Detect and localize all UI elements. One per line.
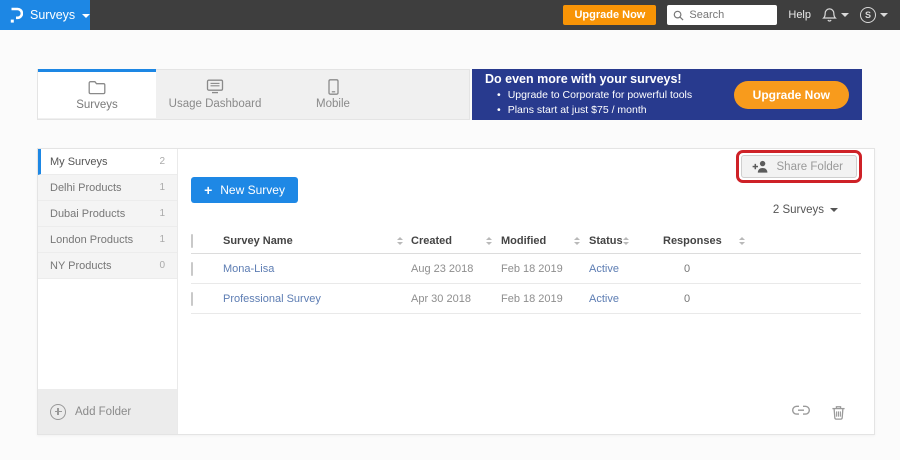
column-header-created: Created	[411, 235, 452, 247]
main-tabs: Surveys Usage Dashboard Mobile	[37, 69, 470, 120]
account-menu[interactable]: S	[860, 7, 888, 23]
sort-icon[interactable]	[574, 237, 580, 245]
tab-label: Mobile	[316, 98, 350, 110]
sidebar-spacer	[38, 279, 177, 389]
table-row: Professional Survey Apr 30 2018 Feb 18 2…	[191, 284, 861, 314]
share-folder-label: Share Folder	[776, 160, 843, 173]
share-person-icon	[752, 160, 769, 173]
sort-icon[interactable]	[739, 237, 745, 245]
folder-count: 1	[159, 234, 165, 245]
banner-bullet: Upgrade to Corporate for powerful tools	[485, 88, 734, 103]
product-menu-label[interactable]: Surveys	[30, 8, 75, 22]
link-icon[interactable]	[792, 405, 810, 421]
surveys-count-label: 2 Surveys	[772, 204, 824, 216]
dashboard-icon	[206, 79, 224, 94]
modified-date: Feb 18 2019	[501, 262, 563, 275]
responses-count: 0	[684, 292, 691, 305]
sidebar-item-delhi-products[interactable]: Delhi Products 1	[38, 175, 177, 201]
bell-icon	[822, 7, 837, 23]
help-link[interactable]: Help	[788, 9, 811, 21]
sort-icon[interactable]	[486, 237, 492, 245]
responses-count: 0	[684, 262, 691, 275]
folder-name: My Surveys	[50, 155, 108, 168]
tab-label: Usage Dashboard	[168, 98, 262, 110]
search-box	[667, 5, 778, 25]
avatar: S	[860, 7, 876, 23]
sidebar-item-my-surveys[interactable]: My Surveys 2	[38, 149, 177, 175]
column-header-modified: Modified	[501, 235, 547, 247]
created-date: Apr 30 2018	[411, 292, 471, 305]
trash-icon[interactable]	[831, 405, 846, 421]
sort-icon[interactable]	[397, 237, 403, 245]
search-input[interactable]	[689, 9, 770, 21]
proprofs-logo-icon	[9, 7, 24, 24]
sidebar-item-dubai-products[interactable]: Dubai Products 1	[38, 201, 177, 227]
tab-usage-dashboard[interactable]: Usage Dashboard	[156, 70, 274, 119]
tab-surveys[interactable]: Surveys	[38, 69, 156, 118]
tab-label: Surveys	[76, 98, 118, 111]
banner-title: Do even more with your surveys!	[485, 71, 682, 86]
folder-name: Dubai Products	[50, 207, 126, 220]
folder-tools	[792, 405, 846, 421]
folder-count: 0	[159, 260, 165, 271]
column-header-survey-name: Survey Name	[223, 235, 293, 247]
folder-name: Delhi Products	[50, 181, 122, 194]
top-bar: Surveys Upgrade Now Help S	[0, 0, 900, 30]
chevron-down-icon	[830, 208, 838, 212]
new-survey-label: New Survey	[220, 183, 285, 197]
folder-count: 1	[159, 182, 165, 193]
survey-name-link[interactable]: Professional Survey	[223, 293, 321, 305]
table-header-row: Survey Name Created Modified Status Resp…	[191, 229, 861, 254]
row-checkbox[interactable]	[191, 291, 193, 306]
table-row: Mona-Lisa Aug 23 2018 Feb 18 2019 Active…	[191, 254, 861, 284]
surveys-content: Share Folder + New Survey 2 Surveys Surv…	[178, 149, 874, 434]
upgrade-now-button[interactable]: Upgrade Now	[563, 5, 657, 25]
folder-name: NY Products	[50, 259, 112, 272]
add-folder-label: Add Folder	[75, 405, 132, 418]
column-header-status: Status	[589, 235, 623, 247]
upgrade-banner: Do even more with your surveys! Upgrade …	[472, 69, 862, 120]
add-folder-button[interactable]: Add Folder	[38, 389, 177, 434]
surveys-table: Survey Name Created Modified Status Resp…	[191, 229, 861, 314]
survey-name-link[interactable]: Mona-Lisa	[223, 263, 274, 275]
created-date: Aug 23 2018	[411, 262, 474, 275]
sidebar-item-ny-products[interactable]: NY Products 0	[38, 253, 177, 279]
surveys-panel: My Surveys 2 Delhi Products 1 Dubai Prod…	[37, 148, 875, 435]
plus-icon: +	[204, 182, 213, 198]
modified-date: Feb 18 2019	[501, 292, 563, 305]
sidebar-item-london-products[interactable]: London Products 1	[38, 227, 177, 253]
new-survey-button[interactable]: + New Survey	[191, 177, 298, 203]
share-folder-button[interactable]: Share Folder	[740, 155, 857, 178]
select-all-checkbox[interactable]	[191, 234, 193, 248]
folder-count: 1	[159, 208, 165, 219]
chevron-down-icon	[880, 13, 888, 17]
mobile-icon	[327, 79, 339, 95]
plus-circle-icon	[50, 403, 66, 420]
row-checkbox[interactable]	[191, 261, 193, 276]
surveys-count-dropdown[interactable]: 2 Surveys	[773, 204, 838, 216]
product-switcher[interactable]: Surveys	[0, 0, 91, 30]
chevron-down-icon	[841, 13, 849, 17]
status-link[interactable]: Active	[589, 263, 619, 275]
tab-mobile[interactable]: Mobile	[274, 70, 392, 119]
banner-bullet: Plans start at just $75 / month	[485, 103, 734, 118]
status-link[interactable]: Active	[589, 293, 619, 305]
folder-count: 2	[159, 156, 165, 167]
folder-icon	[88, 80, 106, 95]
search-icon	[673, 10, 684, 21]
chevron-down-icon	[82, 13, 91, 18]
folder-name: London Products	[50, 233, 134, 246]
notifications-menu[interactable]	[822, 7, 849, 23]
sort-icon[interactable]	[623, 237, 629, 245]
column-header-responses: Responses	[663, 235, 722, 247]
banner-upgrade-button[interactable]: Upgrade Now	[733, 80, 849, 109]
folders-sidebar: My Surveys 2 Delhi Products 1 Dubai Prod…	[38, 149, 178, 434]
annotation-highlight: Share Folder	[735, 150, 862, 183]
